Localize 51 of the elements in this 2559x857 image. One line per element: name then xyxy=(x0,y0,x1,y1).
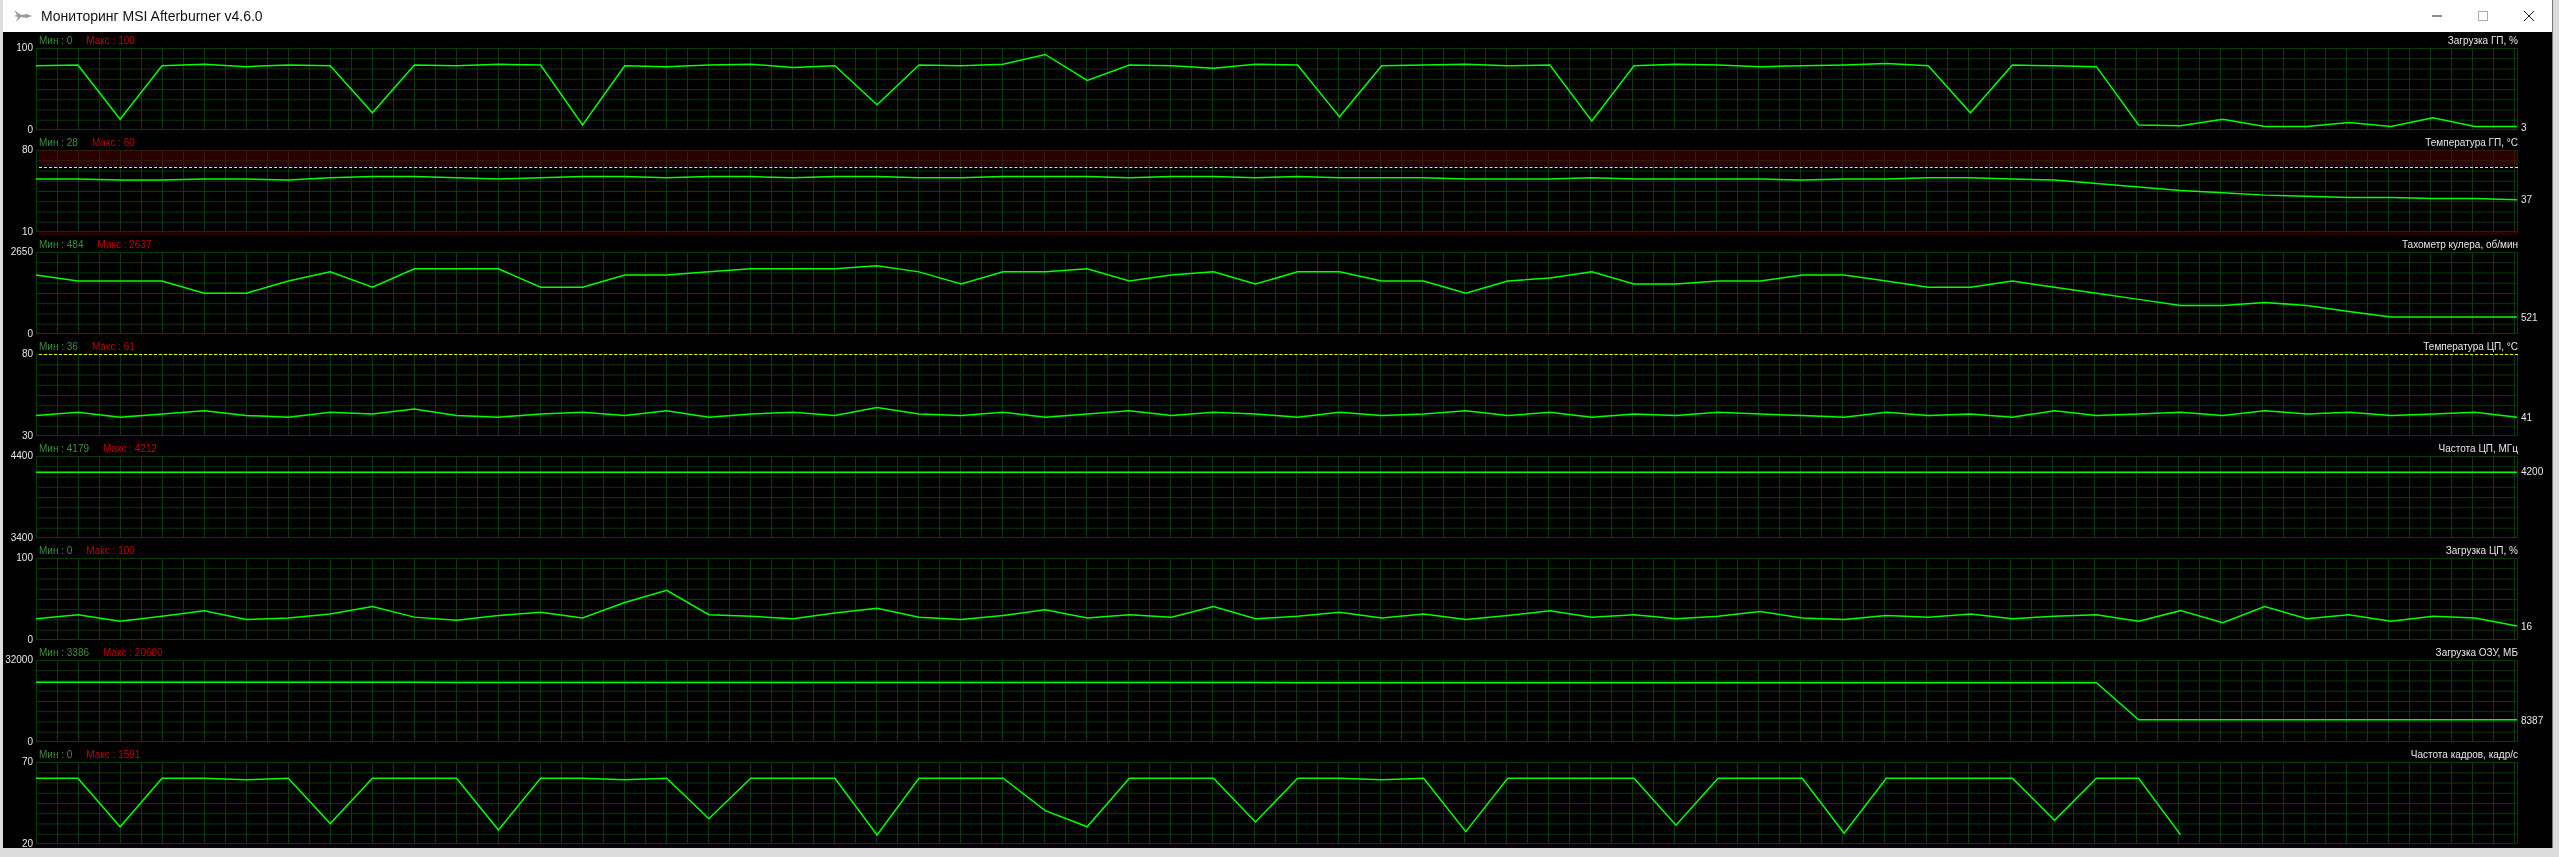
min-value: Мин : 4179 xyxy=(39,443,90,454)
graph-title: Загрузка ОЗУ, МБ xyxy=(2435,647,2518,658)
max-value: Макс : 2637 xyxy=(97,239,152,250)
min-value: Мин : 0 xyxy=(39,35,73,46)
graph-title: Частота ЦП, МГц xyxy=(2438,443,2518,454)
current-value: 4200 xyxy=(2521,466,2544,479)
y-tick-label: 20 xyxy=(20,838,33,850)
y-tick-label: 0 xyxy=(26,736,33,748)
max-value: Макс : 20680 xyxy=(103,647,163,658)
y-tick-label: 32000 xyxy=(4,654,33,666)
y-tick-label: 2650 xyxy=(9,246,33,258)
y-tick-label: 30 xyxy=(20,430,33,442)
min-value: Мин : 0 xyxy=(39,545,73,556)
min-value: Мин : 0 xyxy=(39,749,73,760)
graph-title: Температура ГП, °C xyxy=(2425,137,2518,148)
y-tick-label: 3400 xyxy=(9,532,33,544)
min-value: Мин : 36 xyxy=(39,341,78,352)
window-title: Мониторинг MSI Afterburner v4.6.0 xyxy=(41,8,263,24)
y-tick-label: 0 xyxy=(26,124,33,136)
graph-title: Частота кадров, кадр/с xyxy=(2410,749,2518,760)
y-tick-label: 0 xyxy=(26,328,33,340)
min-value: Мин : 28 xyxy=(39,137,78,148)
current-value: 8387 xyxy=(2521,714,2544,727)
max-value: Макс : 1591 xyxy=(86,749,141,760)
y-tick-label: 0 xyxy=(26,634,33,646)
maximize-icon xyxy=(2477,10,2489,22)
y-tick-label: 80 xyxy=(20,348,33,360)
max-value: Макс : 4212 xyxy=(103,443,158,454)
y-tick-label: 100 xyxy=(15,42,33,54)
y-tick-label: 100 xyxy=(15,552,33,564)
max-value: Макс : 60 xyxy=(91,137,135,148)
current-value: 16 xyxy=(2521,620,2533,633)
graph-title: Загрузка ГП, % xyxy=(2447,35,2518,46)
graph-title: Температура ЦП, °C xyxy=(2423,341,2518,352)
min-value: Мин : 3386 xyxy=(39,647,90,658)
y-tick-label: 80 xyxy=(20,144,33,156)
y-tick-label: 70 xyxy=(20,756,33,768)
max-value: Макс : 100 xyxy=(86,545,135,556)
jet-icon xyxy=(13,8,33,24)
y-tick-label: 4400 xyxy=(9,450,33,462)
current-value: 3 xyxy=(2521,121,2527,134)
max-value: Макс : 61 xyxy=(91,341,135,352)
close-icon xyxy=(2523,10,2535,22)
graph-title: Тахометр кулера, об/мин xyxy=(2401,239,2518,250)
current-value: 41 xyxy=(2521,411,2533,424)
graph-title: Загрузка ЦП, % xyxy=(2445,545,2518,556)
min-value: Мин : 484 xyxy=(39,239,84,250)
current-value: 521 xyxy=(2521,311,2538,324)
max-value: Макс : 100 xyxy=(86,35,135,46)
y-tick-label: 10 xyxy=(20,226,33,238)
current-value: 37 xyxy=(2521,194,2533,207)
